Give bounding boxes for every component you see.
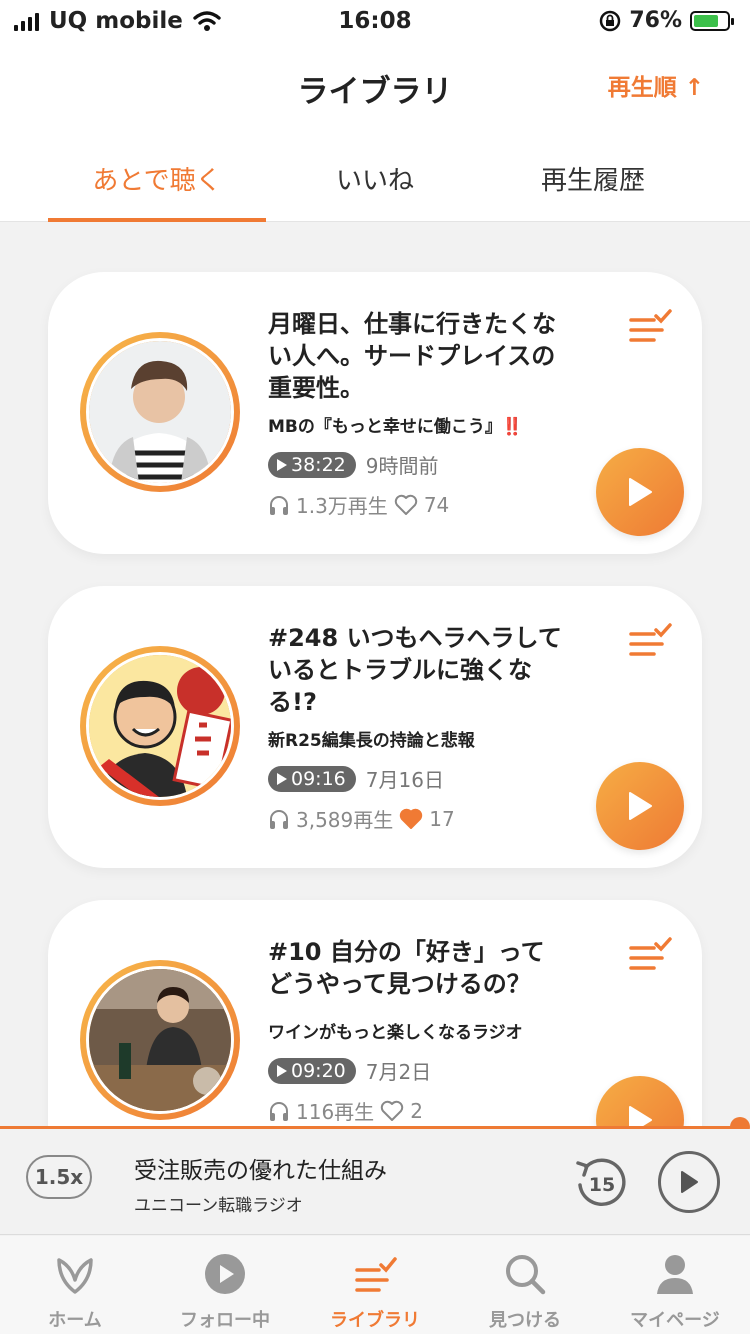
- rewind-icon: 15: [576, 1158, 626, 1206]
- like-count: 2: [410, 1098, 423, 1123]
- status-right: 76%: [599, 8, 734, 33]
- rotation-lock-icon: [600, 10, 621, 31]
- episode-meta: 09:20 7月2日: [268, 1056, 431, 1085]
- episode-card[interactable]: #248 いつもヘラヘラしているとトラブルに強くなる!? 新R25編集長の持論と…: [48, 586, 702, 868]
- heart-filled-icon[interactable]: [399, 808, 423, 830]
- publish-date: 7月16日: [365, 768, 444, 792]
- play-count: 3,589再生: [296, 808, 394, 832]
- illustration-icon: [86, 652, 234, 800]
- tab-likes[interactable]: いいね: [266, 154, 484, 222]
- play-count: 1.3万再生: [296, 494, 388, 518]
- home-leaf-icon: [57, 1258, 93, 1294]
- nav-discover[interactable]: 見つける: [450, 1236, 600, 1334]
- duration-badge: 38:22: [268, 451, 356, 478]
- show-name[interactable]: 新R25編集長の持論と悲報: [268, 726, 475, 751]
- app-frame: UQ mobile 16:08 76% ライブラリ 再生順 ↑ あとで聴く いい…: [0, 0, 750, 1334]
- library-icon: [355, 1257, 397, 1292]
- play-button[interactable]: [596, 448, 684, 536]
- mini-player[interactable]: 1.5x 受注販売の優れた仕組み ユニコーン転職ラジオ 15: [0, 1129, 750, 1235]
- play-circle-icon: [205, 1254, 245, 1294]
- play-icon: [629, 1106, 652, 1127]
- headphones-icon: [270, 495, 288, 515]
- nav-mypage[interactable]: マイページ: [600, 1236, 750, 1334]
- sort-order-button[interactable]: 再生順 ↑: [608, 68, 704, 102]
- person-photo-icon: [86, 966, 234, 1114]
- episode-stats: 116再生 2: [268, 1096, 423, 1125]
- like-count: 74: [423, 492, 450, 517]
- episode-title[interactable]: #248 いつもヘラヘラしているとトラブルに強くなる!?: [268, 622, 568, 718]
- nav-library[interactable]: ライブラリ: [300, 1236, 450, 1334]
- rewind-seconds: 15: [589, 1174, 615, 1196]
- publish-date: 7月2日: [365, 1060, 432, 1084]
- episode-title[interactable]: #10 自分の「好き」ってどうやって見つけるの？: [268, 936, 568, 1000]
- play-small-icon: [277, 1064, 287, 1077]
- mini-play-button[interactable]: [658, 1151, 720, 1213]
- person-photo-icon: [86, 338, 234, 486]
- episode-stats: 3,589再生 17: [268, 804, 455, 833]
- play-button[interactable]: [596, 1076, 684, 1127]
- nav-label: ホーム: [48, 1310, 102, 1331]
- headphones-icon: [270, 1101, 288, 1121]
- nav-label: ライブラリ: [330, 1310, 420, 1331]
- nav-label: 見つける: [489, 1310, 561, 1331]
- like-count: 17: [429, 806, 455, 831]
- now-playing-show[interactable]: ユニコーン転職ラジオ: [134, 1191, 303, 1216]
- avatar: [80, 960, 240, 1120]
- nav-following[interactable]: フォロー中: [150, 1236, 300, 1334]
- queue-check-icon[interactable]: [628, 308, 672, 344]
- user-icon: [657, 1255, 693, 1294]
- nav-home[interactable]: ホーム: [0, 1236, 150, 1334]
- play-small-icon: [277, 458, 287, 471]
- queue-check-icon[interactable]: [628, 936, 672, 972]
- avatar: [80, 332, 240, 492]
- play-icon: [629, 792, 652, 820]
- episode-list[interactable]: 月曜日、仕事に行きたくない人へ。サードプレイスの重要性。 MBの『もっと幸せに働…: [0, 222, 750, 1127]
- episode-card[interactable]: 月曜日、仕事に行きたくない人へ。サードプレイスの重要性。 MBの『もっと幸せに働…: [48, 272, 702, 554]
- duration: 09:16: [291, 767, 346, 790]
- duration: 38:22: [291, 453, 346, 476]
- tab-bar: あとで聴く いいね 再生履歴: [48, 154, 702, 222]
- play-icon: [681, 1171, 698, 1193]
- episode-card[interactable]: #10 自分の「好き」ってどうやって見つけるの？ ワインがもっと楽しくなるラジオ…: [48, 900, 702, 1127]
- headphones-icon: [270, 809, 288, 829]
- nav-label: マイページ: [630, 1310, 720, 1331]
- heart-outline-icon[interactable]: [380, 1100, 404, 1122]
- tab-listen-later[interactable]: あとで聴く: [48, 154, 266, 222]
- status-bar: UQ mobile 16:08 76%: [0, 0, 750, 42]
- show-name[interactable]: ワインがもっと楽しくなるラジオ: [268, 1018, 523, 1043]
- heart-outline-icon[interactable]: [394, 494, 418, 516]
- duration-badge: 09:16: [268, 765, 356, 792]
- episode-meta: 09:16 7月16日: [268, 764, 444, 793]
- episode-meta: 38:22 9時間前: [268, 450, 439, 479]
- duration-badge: 09:20: [268, 1057, 356, 1084]
- show-name[interactable]: MBの『もっと幸せに働こう』‼️: [268, 412, 523, 437]
- queue-check-icon[interactable]: [628, 622, 672, 658]
- avatar: [80, 646, 240, 806]
- nav-label: フォロー中: [180, 1310, 270, 1331]
- rewind-15-button[interactable]: 15: [572, 1153, 630, 1211]
- play-button[interactable]: [596, 762, 684, 850]
- play-small-icon: [277, 772, 287, 785]
- episode-stats: 1.3万再生 74: [268, 490, 449, 519]
- play-count: 116再生: [296, 1100, 375, 1124]
- header: ライブラリ 再生順 ↑ あとで聴く いいね 再生履歴: [0, 42, 750, 222]
- tab-history[interactable]: 再生履歴: [484, 154, 702, 222]
- publish-date: 9時間前: [365, 454, 439, 478]
- now-playing-title[interactable]: 受注販売の優れた仕組み: [134, 1151, 387, 1185]
- search-icon: [506, 1255, 546, 1295]
- battery-icon: [690, 10, 734, 31]
- battery-percent: 76%: [629, 8, 682, 33]
- bottom-nav: ホーム フォロー中 ライブラリ 見つける マイページ: [0, 1236, 750, 1334]
- duration: 09:20: [291, 1059, 346, 1082]
- episode-title[interactable]: 月曜日、仕事に行きたくない人へ。サードプレイスの重要性。: [268, 308, 568, 404]
- play-icon: [629, 478, 652, 506]
- playback-speed-button[interactable]: 1.5x: [26, 1155, 92, 1199]
